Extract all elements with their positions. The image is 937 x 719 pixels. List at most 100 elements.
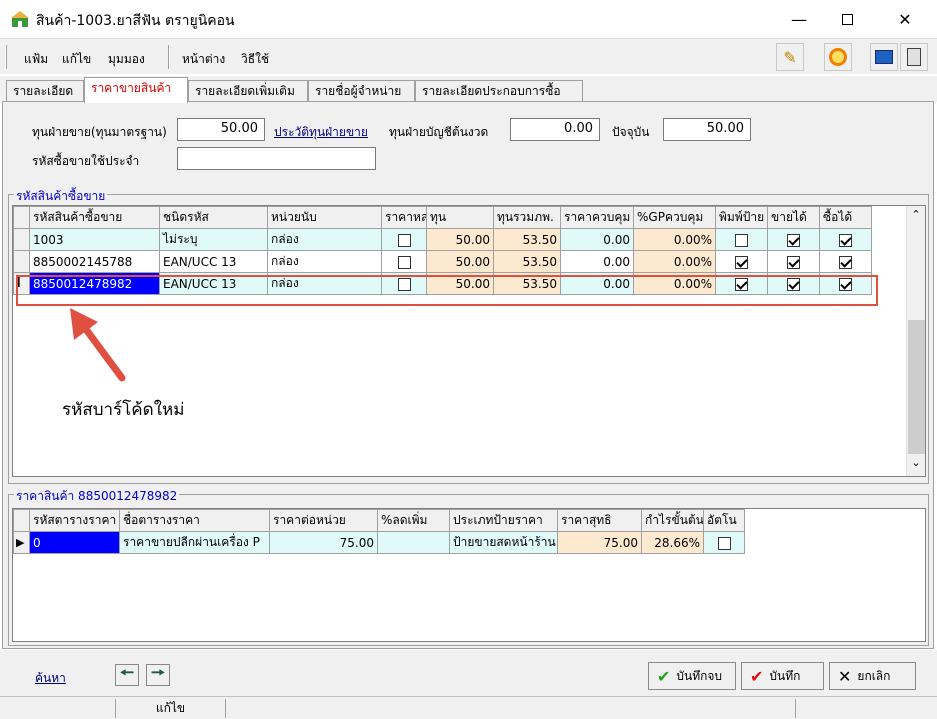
- price-name-cell[interactable]: ราคาขายปลีกผ่านเครื่อง P: [119, 531, 270, 554]
- col-header-net-price[interactable]: ราคาสุทธิ: [557, 509, 642, 532]
- status-bar: แก้ไข: [0, 696, 937, 719]
- barcode-cell[interactable]: 1003: [29, 228, 160, 251]
- barcode-grid-scrollbar[interactable]: ⌃ ⌄: [906, 206, 925, 476]
- barcode-cell[interactable]: 8850002145788: [29, 250, 160, 273]
- default-code-field[interactable]: [177, 147, 376, 170]
- col-header-gp[interactable]: %GPควบคุม: [633, 206, 716, 229]
- tab-purchase-detail[interactable]: รายละเอียดประกอบการซื้อ: [415, 80, 583, 102]
- sellable-checkbox[interactable]: [787, 233, 800, 247]
- auto-checkbox[interactable]: [717, 536, 731, 550]
- col-header-unit[interactable]: หน่วยนับ: [267, 206, 382, 229]
- table-row[interactable]: 1003 ไม่ระบุ กล่อง 50.00 53.50 0.00 0.00…: [13, 228, 872, 251]
- col-header-code[interactable]: รหัสสินค้าซื้อขาย: [29, 206, 160, 229]
- table-row[interactable]: ▶ 0 ราคาขายปลีกผ่านเครื่อง P 75.00 ป้ายข…: [13, 531, 745, 554]
- maximize-button[interactable]: [824, 0, 870, 38]
- unit-cell[interactable]: กล่อง: [267, 250, 382, 273]
- table-row[interactable]: 8850002145788 EAN/UCC 13 กล่อง 50.00 53.…: [13, 250, 872, 273]
- main-price-checkbox[interactable]: [397, 255, 411, 269]
- search-link[interactable]: ค้นหา: [35, 669, 66, 688]
- tab-sale-price[interactable]: ราคาขายสินค้า: [84, 77, 188, 103]
- code-type-cell[interactable]: ไม่ระบุ: [159, 228, 268, 251]
- auto-cell[interactable]: [703, 531, 745, 554]
- print-label-checkbox[interactable]: [735, 255, 748, 269]
- code-type-cell[interactable]: EAN/UCC 13: [159, 250, 268, 273]
- std-cost-label: ทุนฝ่ายขาย(ทุนมาตรฐาน): [32, 125, 167, 139]
- buyable-cell[interactable]: [819, 250, 872, 273]
- price-code-cell[interactable]: 0: [29, 531, 120, 554]
- menu-file[interactable]: แฟ้ม: [24, 50, 48, 69]
- main-price-checkbox[interactable]: [397, 233, 411, 247]
- cost-history-link[interactable]: ประวัติทุนฝ่ายขาย: [274, 123, 368, 142]
- buyable-cell[interactable]: [819, 228, 872, 251]
- control-price-cell[interactable]: 0.00: [560, 228, 634, 251]
- col-header-sellable[interactable]: ขายได้: [767, 206, 820, 229]
- print-label-cell[interactable]: [715, 228, 768, 251]
- col-header-price-code[interactable]: รหัสตารางราคา: [29, 509, 120, 532]
- std-cost-field[interactable]: 50.00: [177, 118, 265, 141]
- cost-vat-cell[interactable]: 53.50: [493, 228, 561, 251]
- control-price-cell[interactable]: 0.00: [560, 250, 634, 273]
- margin-cell[interactable]: 28.66%: [641, 531, 704, 554]
- acct-cost-field[interactable]: 0.00: [510, 118, 600, 141]
- col-header-label-type[interactable]: ประเภทป้ายราคา: [449, 509, 558, 532]
- cancel-button[interactable]: ✕ ยกเลิก: [829, 662, 916, 690]
- target-tool-button[interactable]: [824, 43, 852, 71]
- unit-cell[interactable]: กล่อง: [267, 228, 382, 251]
- menu-view[interactable]: มุมมอง: [108, 50, 145, 69]
- edit-tool-button[interactable]: ✎: [776, 43, 804, 71]
- buyable-checkbox[interactable]: [839, 255, 852, 269]
- barcode-group-title: รหัสสินค้าซื้อขาย: [14, 187, 108, 206]
- sellable-checkbox[interactable]: [787, 255, 800, 269]
- discount-cell[interactable]: [377, 531, 450, 554]
- barcode-header-row: รหัสสินค้าซื้อขาย ชนิดรหัส หน่วยนับ ราคา…: [13, 206, 872, 229]
- col-header-code-type[interactable]: ชนิดรหัส: [159, 206, 268, 229]
- save-close-button[interactable]: ✔ บันทึกจบ: [648, 662, 736, 690]
- cost-cell[interactable]: 50.00: [426, 250, 494, 273]
- sellable-cell[interactable]: [767, 250, 820, 273]
- col-header-cost-vat[interactable]: ทุนรวมภพ.: [493, 206, 561, 229]
- gp-cell[interactable]: 0.00%: [633, 228, 716, 251]
- gp-cell[interactable]: 0.00%: [633, 250, 716, 273]
- calculator-button[interactable]: [870, 43, 898, 71]
- print-label-cell[interactable]: [715, 250, 768, 273]
- close-icon: ✕: [898, 9, 912, 29]
- col-header-cost[interactable]: ทุน: [426, 206, 494, 229]
- save-button[interactable]: ✔ บันทึก: [741, 662, 824, 690]
- scroll-down-icon[interactable]: ⌄: [907, 456, 925, 474]
- col-header-main-price[interactable]: ราคาหล: [381, 206, 427, 229]
- close-button[interactable]: ✕: [882, 0, 928, 38]
- scroll-up-icon[interactable]: ⌃: [907, 208, 925, 226]
- tab-detail[interactable]: รายละเอียด: [6, 80, 84, 102]
- col-header-control-price[interactable]: ราคาควบคุม: [560, 206, 634, 229]
- net-price-cell[interactable]: 75.00: [557, 531, 642, 554]
- col-header-auto[interactable]: อัตโน: [703, 509, 745, 532]
- cost-cell[interactable]: 50.00: [426, 228, 494, 251]
- save-close-label: บันทึกจบ: [676, 668, 723, 683]
- unit-price-cell[interactable]: 75.00: [269, 531, 378, 554]
- col-header-price-name[interactable]: ชื่อตารางราคา: [119, 509, 270, 532]
- col-header-print-label[interactable]: พิมพ์ป้าย: [715, 206, 768, 229]
- buyable-checkbox[interactable]: [839, 233, 852, 247]
- sellable-cell[interactable]: [767, 228, 820, 251]
- cost-vat-cell[interactable]: 53.50: [493, 250, 561, 273]
- menu-window[interactable]: หน้าต่าง: [182, 50, 225, 69]
- col-header-buyable[interactable]: ซื้อได้: [819, 206, 872, 229]
- main-price-cell[interactable]: [381, 250, 427, 273]
- report-button[interactable]: [900, 43, 928, 71]
- main-price-cell[interactable]: [381, 228, 427, 251]
- menu-edit[interactable]: แก้ไข: [62, 50, 91, 69]
- scroll-thumb[interactable]: [908, 320, 925, 454]
- tab-extra-detail[interactable]: รายละเอียดเพิ่มเติม: [188, 80, 308, 102]
- current-cost-field[interactable]: 50.00: [663, 118, 751, 141]
- col-header-unit-price[interactable]: ราคาต่อหน่วย: [269, 509, 378, 532]
- check-icon: ✔: [750, 666, 764, 686]
- prev-button[interactable]: 🠔: [115, 663, 139, 686]
- col-header-discount[interactable]: %ลดเพิ่ม: [377, 509, 450, 532]
- minimize-button[interactable]: —: [776, 0, 822, 38]
- print-label-checkbox[interactable]: [735, 233, 748, 247]
- menu-help[interactable]: วิธีใช้: [241, 50, 269, 69]
- tab-suppliers[interactable]: รายชื่อผู้จำหน่าย: [308, 80, 415, 102]
- next-button[interactable]: 🠖: [146, 663, 170, 686]
- label-type-cell[interactable]: ป้ายขายสดหน้าร้าน: [449, 531, 558, 554]
- col-header-margin[interactable]: กำไรขั้นต้น: [641, 509, 704, 532]
